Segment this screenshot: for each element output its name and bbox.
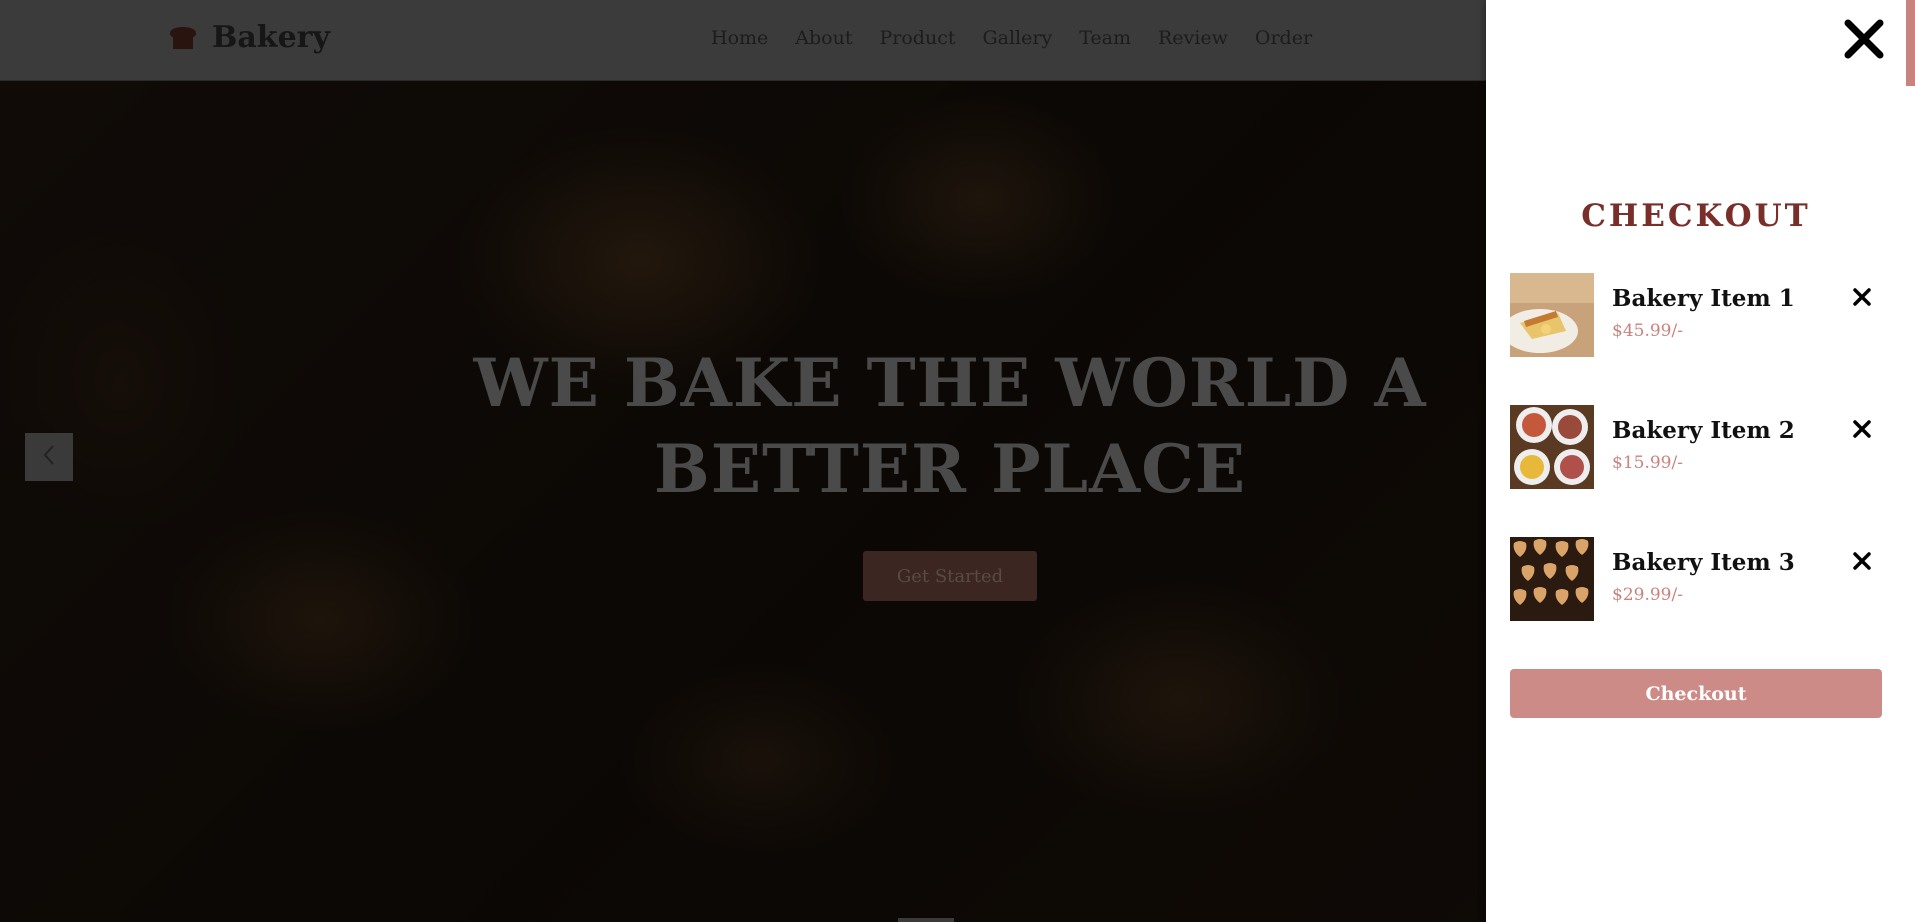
checkout-button[interactable]: Checkout [1510,669,1882,718]
navbar: Bakery Home About Product Gallery Team R… [0,0,1486,81]
nav-home[interactable]: Home [711,27,768,49]
close-panel-button[interactable] [1842,17,1886,61]
scroll-indicator [898,918,954,922]
item-name: Bakery Item 2 [1612,417,1795,444]
item-price: $29.99/- [1612,585,1683,605]
remove-item-button[interactable] [1852,551,1872,571]
item-price: $45.99/- [1612,321,1683,341]
nav-team[interactable]: Team [1079,27,1131,49]
item-thumbnail [1510,405,1594,489]
checkout-title: CHECKOUT [1581,198,1811,234]
item-name: Bakery Item 1 [1612,285,1795,312]
item-thumbnail [1510,537,1594,621]
item-thumbnail [1510,273,1594,357]
scrollbar[interactable] [1906,0,1915,86]
get-started-button[interactable]: Get Started [863,551,1037,601]
logo[interactable]: Bakery [166,20,330,55]
close-icon [1852,288,1872,311]
checkout-panel: CHECKOUT Bakery Item 1 $45.99/- Bakery I… [1486,0,1915,922]
chevron-left-icon [42,444,56,470]
cart-item: Bakery Item 1 $45.99/- [1510,273,1890,357]
nav-gallery[interactable]: Gallery [982,27,1052,49]
logo-text: Bakery [212,20,330,55]
slider-prev-button[interactable] [25,433,73,481]
item-price: $15.99/- [1612,453,1683,473]
cart-item: Bakery Item 2 $15.99/- [1510,405,1890,489]
nav-links: Home About Product Gallery Team Review O… [711,27,1312,49]
close-icon [1852,420,1872,443]
remove-item-button[interactable] [1852,287,1872,307]
cart-item: Bakery Item 3 $29.99/- [1510,537,1890,621]
close-icon [1852,552,1872,575]
nav-order[interactable]: Order [1255,27,1312,49]
nav-about[interactable]: About [795,27,852,49]
remove-item-button[interactable] [1852,419,1872,439]
bread-icon [166,21,200,55]
close-icon [1842,19,1886,65]
item-name: Bakery Item 3 [1612,549,1795,576]
nav-product[interactable]: Product [879,27,955,49]
nav-review[interactable]: Review [1158,27,1228,49]
hero-title: WE BAKE THE WORLD A BETTER PLACE [473,344,1427,508]
